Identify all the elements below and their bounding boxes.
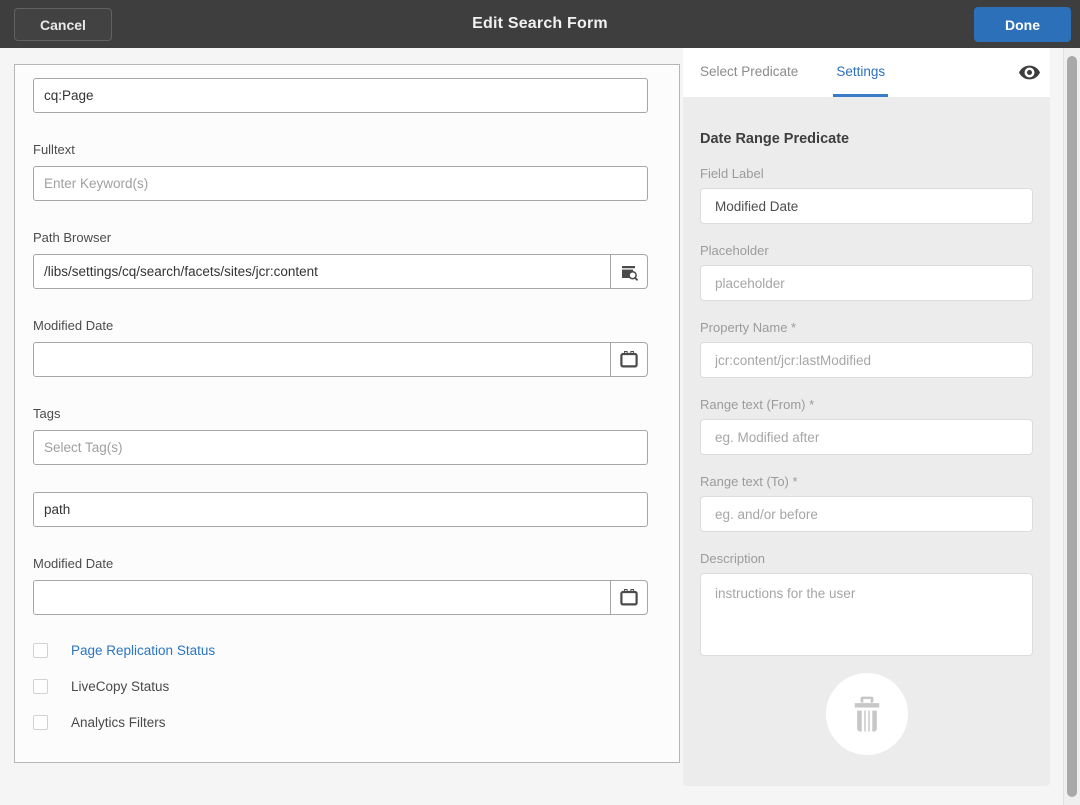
range-text-to-label: Range text (To) * [700,475,1033,488]
modified-date-calendar-button-2[interactable] [611,580,648,615]
preview-toggle-button[interactable] [1017,62,1041,82]
header-bar: Cancel Edit Search Form Done [0,0,1080,48]
modified-date-field-2: Modified Date [33,557,648,615]
property-name-label: Property Name * [700,321,1033,334]
calendar-icon [619,588,639,607]
analytics-filters-label: Analytics Filters [71,715,166,730]
description-field: Description [700,552,1033,656]
calendar-icon [619,350,639,369]
tags-label: Tags [33,407,648,421]
field-label-input[interactable] [700,188,1033,224]
tab-select-predicate[interactable]: Select Predicate [697,48,801,97]
analytics-filters-checkbox[interactable] [33,715,48,730]
modified-date-label-1: Modified Date [33,319,648,333]
modified-date-label-2: Modified Date [33,557,648,571]
scrollbar-thumb[interactable] [1067,56,1077,797]
delete-predicate-button[interactable] [826,673,908,755]
delete-predicate-area [700,673,1033,755]
fulltext-input[interactable] [33,166,648,201]
node-type-field [33,78,648,113]
checkbox-row-page-replication-status[interactable]: Page Replication Status [33,643,648,658]
modified-date-calendar-button-1[interactable] [611,342,648,377]
folder-search-icon [620,263,639,281]
tags-field: Tags [33,407,648,465]
done-button[interactable]: Done [974,7,1071,42]
date-range-predicate-settings: Date Range Predicate Field Label Placeho… [683,97,1050,786]
livecopy-status-checkbox[interactable] [33,679,48,694]
page-title: Edit Search Form [0,0,1080,48]
placeholder-label: Placeholder [700,244,1033,257]
range-text-to-input[interactable] [700,496,1033,532]
placeholder-input[interactable] [700,265,1033,301]
page-replication-status-label: Page Replication Status [71,643,215,658]
fulltext-label: Fulltext [33,143,648,157]
checkbox-row-analytics-filters[interactable]: Analytics Filters [33,715,648,730]
range-text-from-label: Range text (From) * [700,398,1033,411]
range-text-to-field: Range text (To) * [700,475,1033,532]
trash-icon [850,695,884,733]
path-field [33,492,648,527]
tab-settings[interactable]: Settings [833,48,888,97]
predicate-tabbar: Select Predicate Settings [683,48,1050,97]
path-browser-input[interactable] [33,254,611,289]
scrollbar-track[interactable] [1063,48,1080,805]
fulltext-field: Fulltext [33,143,648,201]
predicate-settings-panel: Select Predicate Settings Date Range Pre… [683,48,1050,786]
modified-date-field-1: Modified Date [33,319,648,377]
placeholder-field: Placeholder [700,244,1033,301]
range-text-from-field: Range text (From) * [700,398,1033,455]
tags-input[interactable] [33,430,648,465]
description-label: Description [700,552,1033,565]
cancel-button[interactable]: Cancel [14,8,112,41]
path-browser-label: Path Browser [33,231,648,245]
path-browser-field: Path Browser [33,231,648,289]
range-text-from-input[interactable] [700,419,1033,455]
node-type-input[interactable] [33,78,648,113]
property-name-field: Property Name * [700,321,1033,378]
modified-date-input-2[interactable] [33,580,611,615]
checkbox-row-livecopy-status[interactable]: LiveCopy Status [33,679,648,694]
search-form-panel: Fulltext Path Browser Modified Date [14,64,680,763]
livecopy-status-label: LiveCopy Status [71,679,169,694]
field-label-label: Field Label [700,167,1033,180]
modified-date-input-1[interactable] [33,342,611,377]
eye-icon [1018,63,1041,82]
field-label-field: Field Label [700,167,1033,224]
predicate-heading: Date Range Predicate [700,131,1033,147]
page-replication-status-checkbox[interactable] [33,643,48,658]
description-textarea[interactable] [700,573,1033,656]
path-input[interactable] [33,492,648,527]
path-browser-picker-button[interactable] [611,254,648,289]
property-name-input[interactable] [700,342,1033,378]
